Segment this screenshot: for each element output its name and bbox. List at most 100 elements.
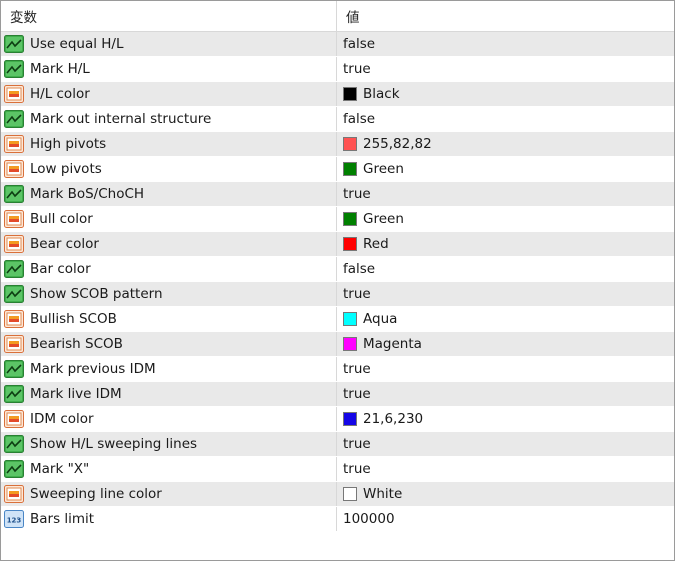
parameter-name: IDM color bbox=[30, 411, 94, 427]
parameter-value-cell[interactable]: true bbox=[337, 57, 674, 81]
color-icon bbox=[4, 210, 24, 228]
parameter-row[interactable]: IDM color 21,6,230 bbox=[1, 407, 674, 432]
bool-icon bbox=[4, 360, 24, 378]
parameter-name: Mark H/L bbox=[30, 61, 90, 77]
parameter-value: true bbox=[343, 286, 371, 302]
parameter-list: Use equal H/L false Mark H/L true H/L color B… bbox=[1, 32, 674, 532]
parameter-row[interactable]: Bullish SCOB Aqua bbox=[1, 307, 674, 332]
parameter-name: Use equal H/L bbox=[30, 36, 124, 52]
parameter-value: true bbox=[343, 386, 371, 402]
parameter-value: Green bbox=[363, 211, 404, 227]
parameter-name: Show SCOB pattern bbox=[30, 286, 163, 302]
color-swatch[interactable] bbox=[343, 212, 357, 226]
parameter-row[interactable]: Mark previous IDM true bbox=[1, 357, 674, 382]
parameter-row[interactable]: Mark H/L true bbox=[1, 57, 674, 82]
parameter-row[interactable]: Mark "X" true bbox=[1, 457, 674, 482]
parameter-name: Sweeping line color bbox=[30, 486, 162, 502]
parameter-value-cell[interactable]: Green bbox=[337, 207, 674, 231]
parameter-value-cell[interactable]: 255,82,82 bbox=[337, 132, 674, 156]
parameter-name: Show H/L sweeping lines bbox=[30, 436, 198, 452]
parameter-name: Mark "X" bbox=[30, 461, 90, 477]
parameter-value-cell[interactable]: Green bbox=[337, 157, 674, 181]
bool-icon bbox=[4, 435, 24, 453]
parameter-name-cell: Show H/L sweeping lines bbox=[1, 432, 337, 456]
parameter-value-cell[interactable]: true bbox=[337, 457, 674, 481]
parameter-value-cell[interactable]: White bbox=[337, 482, 674, 506]
color-swatch[interactable] bbox=[343, 412, 357, 426]
color-icon bbox=[4, 410, 24, 428]
parameter-name: Mark previous IDM bbox=[30, 361, 156, 377]
parameter-value: 255,82,82 bbox=[363, 136, 432, 152]
parameter-row[interactable]: Bull color Green bbox=[1, 207, 674, 232]
parameter-value: false bbox=[343, 36, 376, 52]
parameter-value-cell[interactable]: true bbox=[337, 357, 674, 381]
parameter-name: Low pivots bbox=[30, 161, 102, 177]
parameter-name: Bars limit bbox=[30, 511, 95, 527]
column-header-value[interactable]: 値 bbox=[337, 1, 674, 31]
parameter-value-cell[interactable]: Aqua bbox=[337, 307, 674, 331]
parameter-value-cell[interactable]: 21,6,230 bbox=[337, 407, 674, 431]
parameter-row[interactable]: Show SCOB pattern true bbox=[1, 282, 674, 307]
parameter-value: false bbox=[343, 111, 376, 127]
color-swatch[interactable] bbox=[343, 487, 357, 501]
parameter-value-cell[interactable]: Red bbox=[337, 232, 674, 256]
parameter-value-cell[interactable]: false bbox=[337, 257, 674, 281]
parameter-value: true bbox=[343, 436, 371, 452]
parameter-name-cell: Mark "X" bbox=[1, 457, 337, 481]
parameter-name-cell: Sweeping line color bbox=[1, 482, 337, 506]
color-swatch[interactable] bbox=[343, 87, 357, 101]
parameter-row[interactable]: 123 Bars limit 100000 bbox=[1, 507, 674, 532]
parameter-name: Bull color bbox=[30, 211, 93, 227]
parameter-name-cell: Mark previous IDM bbox=[1, 357, 337, 381]
parameter-row[interactable]: Bear color Red bbox=[1, 232, 674, 257]
parameter-name-cell: Mark H/L bbox=[1, 57, 337, 81]
parameter-value: Magenta bbox=[363, 336, 422, 352]
parameter-value: true bbox=[343, 461, 371, 477]
parameter-row[interactable]: Bar color false bbox=[1, 257, 674, 282]
parameter-value-cell[interactable]: 100000 bbox=[337, 507, 674, 531]
table-header: 変数 値 bbox=[1, 1, 674, 32]
parameter-row[interactable]: Sweeping line color White bbox=[1, 482, 674, 507]
parameter-value-cell[interactable]: true bbox=[337, 382, 674, 406]
color-swatch[interactable] bbox=[343, 312, 357, 326]
parameter-name-cell: IDM color bbox=[1, 407, 337, 431]
parameter-value: Black bbox=[363, 86, 400, 102]
color-swatch[interactable] bbox=[343, 162, 357, 176]
parameter-row[interactable]: High pivots 255,82,82 bbox=[1, 132, 674, 157]
parameter-value-cell[interactable]: false bbox=[337, 32, 674, 56]
color-icon bbox=[4, 485, 24, 503]
bool-icon bbox=[4, 185, 24, 203]
color-icon bbox=[4, 335, 24, 353]
parameter-name-cell: Show SCOB pattern bbox=[1, 282, 337, 306]
parameter-value-cell[interactable]: Magenta bbox=[337, 332, 674, 356]
parameter-row[interactable]: Mark live IDM true bbox=[1, 382, 674, 407]
color-swatch[interactable] bbox=[343, 137, 357, 151]
color-icon bbox=[4, 235, 24, 253]
parameter-value: White bbox=[363, 486, 403, 502]
parameter-value: true bbox=[343, 361, 371, 377]
parameter-row[interactable]: Mark out internal structure false bbox=[1, 107, 674, 132]
parameter-value-cell[interactable]: true bbox=[337, 432, 674, 456]
parameter-value-cell[interactable]: Black bbox=[337, 82, 674, 106]
parameter-row[interactable]: Low pivots Green bbox=[1, 157, 674, 182]
parameter-name-cell: Bull color bbox=[1, 207, 337, 231]
parameter-value-cell[interactable]: false bbox=[337, 107, 674, 131]
parameter-row[interactable]: H/L color Black bbox=[1, 82, 674, 107]
parameter-value: 21,6,230 bbox=[363, 411, 424, 427]
parameter-value: 100000 bbox=[343, 511, 395, 527]
parameter-value: Red bbox=[363, 236, 389, 252]
color-swatch[interactable] bbox=[343, 337, 357, 351]
parameter-row[interactable]: Use equal H/L false bbox=[1, 32, 674, 57]
parameter-row[interactable]: Mark BoS/ChoCH true bbox=[1, 182, 674, 207]
color-swatch[interactable] bbox=[343, 237, 357, 251]
parameter-value: Green bbox=[363, 161, 404, 177]
parameter-row[interactable]: Bearish SCOB Magenta bbox=[1, 332, 674, 357]
parameter-value: false bbox=[343, 261, 376, 277]
column-header-variable[interactable]: 変数 bbox=[1, 1, 337, 31]
bool-icon bbox=[4, 60, 24, 78]
parameter-name-cell: Bear color bbox=[1, 232, 337, 256]
parameter-row[interactable]: Show H/L sweeping lines true bbox=[1, 432, 674, 457]
parameter-value: Aqua bbox=[363, 311, 398, 327]
parameter-value-cell[interactable]: true bbox=[337, 182, 674, 206]
parameter-value-cell[interactable]: true bbox=[337, 282, 674, 306]
